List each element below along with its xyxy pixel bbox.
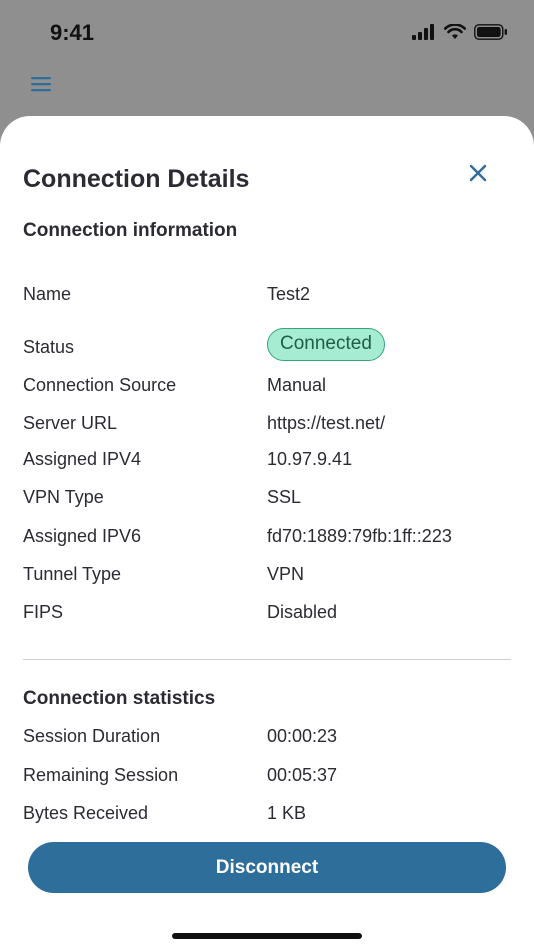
remaining-session-label: Remaining Session	[23, 765, 179, 785]
fips-value: Disabled	[267, 602, 338, 622]
assigned-ipv4-value: 10.97.9.41	[267, 449, 353, 469]
remaining-session-value: 00:05:37	[267, 765, 338, 785]
connection-source-value: Manual	[267, 375, 327, 395]
server-url-value: https://test.net/	[267, 413, 386, 433]
bytes-received-value: 1 KB	[267, 803, 307, 823]
bytes-received-label: Bytes Received	[23, 803, 149, 823]
server-url-label: Server URL	[23, 413, 118, 433]
session-duration-value: 00:00:23	[267, 726, 338, 746]
disconnect-button[interactable]: Disconnect	[28, 842, 506, 893]
battery-icon	[474, 24, 507, 40]
tunnel-type-label: Tunnel Type	[23, 564, 122, 584]
vpn-type-label: VPN Type	[23, 487, 104, 507]
assigned-ipv4-label: Assigned IPV4	[23, 449, 142, 469]
connection-details-sheet: Connection Details Connection informatio…	[0, 116, 534, 950]
connection-source-label: Connection Source	[23, 375, 177, 395]
status-bar: 9:41	[0, 0, 534, 64]
status-time: 9:41	[50, 20, 95, 45]
status-label: Status	[23, 337, 75, 357]
wifi-icon	[444, 24, 466, 39]
section-divider	[23, 659, 511, 660]
assigned-ipv6-label: Assigned IPV6	[23, 526, 142, 546]
sheet-title: Connection Details	[23, 165, 250, 193]
status-icons	[412, 24, 508, 40]
tunnel-type-value: VPN	[267, 564, 305, 584]
connection-statistics-heading: Connection statistics	[23, 688, 216, 709]
menu-icon[interactable]	[30, 73, 52, 95]
name-value: Test2	[267, 284, 311, 304]
connection-information-heading: Connection information	[23, 220, 238, 241]
close-icon[interactable]	[466, 161, 490, 185]
session-duration-label: Session Duration	[23, 726, 161, 746]
fips-label: FIPS	[23, 602, 64, 622]
assigned-ipv6-value: fd70:1889:79fb:1ff::223	[267, 526, 452, 546]
cellular-signal-icon	[412, 24, 434, 40]
home-indicator	[172, 933, 362, 939]
vpn-type-value: SSL	[267, 487, 302, 507]
status-badge: Connected	[267, 328, 385, 361]
name-label: Name	[23, 284, 72, 304]
